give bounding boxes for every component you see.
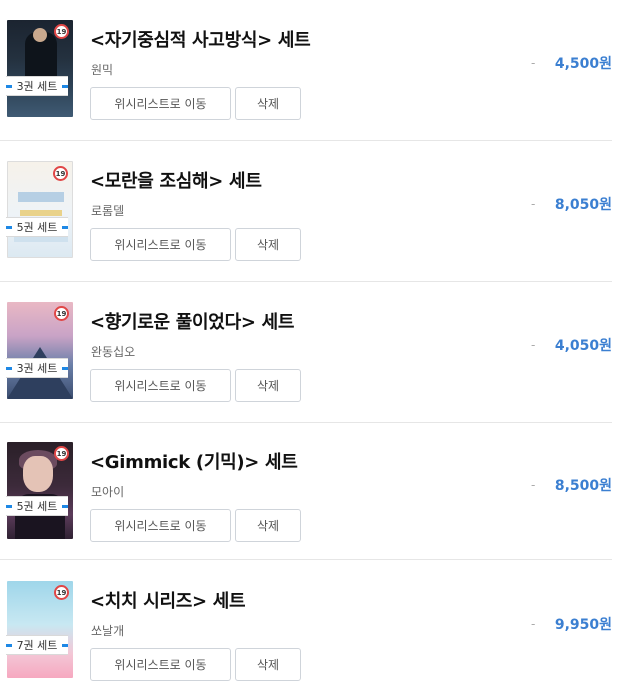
delete-button[interactable]: 삭제 (235, 648, 301, 681)
move-to-wishlist-button[interactable]: 위시리스트로 이동 (90, 648, 231, 681)
item-title[interactable]: <자기중심적 사고방식> 세트 (90, 26, 311, 52)
book-cover[interactable]: 19 (7, 442, 73, 539)
delete-button[interactable]: 삭제 (235, 228, 301, 261)
age-19-badge-icon: 19 (54, 585, 69, 600)
discount-dash: - (531, 478, 536, 492)
set-count-badge: 5권 세트 (6, 496, 68, 516)
item-author[interactable]: 완동십오 (91, 343, 135, 360)
item-author[interactable]: 쏘날개 (91, 622, 124, 639)
item-author[interactable]: 모아이 (91, 483, 124, 500)
item-author[interactable]: 원믹 (91, 61, 113, 78)
item-price: 4,050원 (554, 338, 612, 354)
delete-button[interactable]: 삭제 (235, 509, 301, 542)
book-cover[interactable]: 19 (7, 20, 73, 117)
set-count-badge: 3권 세트 (6, 76, 68, 96)
move-to-wishlist-button[interactable]: 위시리스트로 이동 (90, 509, 231, 542)
item-price: 8,500원 (554, 478, 612, 494)
item-author[interactable]: 로롬델 (91, 202, 124, 219)
set-count-badge: 3권 세트 (6, 358, 68, 378)
item-title[interactable]: <향기로운 풀이었다> 세트 (90, 308, 294, 334)
move-to-wishlist-button[interactable]: 위시리스트로 이동 (90, 369, 231, 402)
item-title[interactable]: <모란을 조심해> 세트 (90, 167, 262, 193)
delete-button[interactable]: 삭제 (235, 87, 301, 120)
book-cover[interactable]: 19 (7, 161, 73, 258)
age-19-badge-icon: 19 (54, 24, 69, 39)
discount-dash: - (531, 617, 536, 631)
discount-dash: - (531, 197, 536, 211)
set-count-badge: 7권 세트 (6, 635, 68, 655)
set-count-badge: 5권 세트 (6, 217, 68, 237)
item-price: 9,950원 (554, 617, 612, 633)
discount-dash: - (531, 338, 536, 352)
row-divider (0, 422, 612, 423)
age-19-badge-icon: 19 (54, 446, 69, 461)
cart-item: 19 7권 세트 <치치 시리즈> 세트 쏘날개 - 9,950원 위시리스트로… (0, 581, 612, 697)
move-to-wishlist-button[interactable]: 위시리스트로 이동 (90, 87, 231, 120)
item-title[interactable]: <Gimmick (기믹)> 세트 (90, 448, 298, 474)
book-cover[interactable]: 19 (7, 302, 73, 399)
delete-button[interactable]: 삭제 (235, 369, 301, 402)
row-divider (0, 281, 612, 282)
cart-item: 19 3권 세트 <향기로운 풀이었다> 세트 완동십오 - 4,050원 위시… (0, 302, 612, 423)
row-divider (0, 559, 612, 560)
cart-item: 19 5권 세트 <모란을 조심해> 세트 로롬델 - 8,050원 위시리스트… (0, 161, 612, 282)
discount-dash: - (531, 56, 536, 70)
item-price: 4,500원 (554, 56, 612, 72)
cart-item: 19 3권 세트 <자기중심적 사고방식> 세트 원믹 - 4,500원 위시리… (0, 20, 612, 141)
item-price: 8,050원 (554, 197, 612, 213)
book-cover[interactable]: 19 (7, 581, 73, 678)
row-divider (0, 140, 612, 141)
item-title[interactable]: <치치 시리즈> 세트 (90, 587, 246, 613)
age-19-badge-icon: 19 (54, 306, 69, 321)
cart-item: 19 5권 세트 <Gimmick (기믹)> 세트 모아이 - 8,500원 … (0, 442, 612, 560)
move-to-wishlist-button[interactable]: 위시리스트로 이동 (90, 228, 231, 261)
age-19-badge-icon: 19 (53, 166, 68, 181)
